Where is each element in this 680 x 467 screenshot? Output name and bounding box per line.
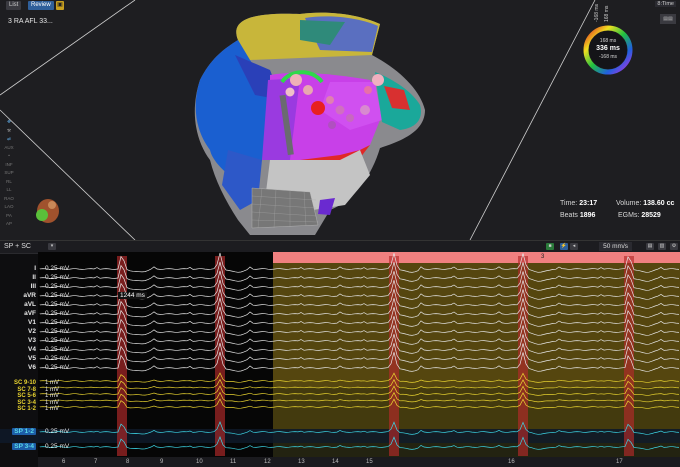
orientation-head-icon[interactable] (30, 195, 66, 227)
tab-review[interactable]: Review (28, 1, 54, 10)
lead-label-i: I (34, 265, 36, 272)
ecg-group-select[interactable]: SP + SC (4, 243, 31, 250)
lead-gain: 0.25 mV (45, 301, 70, 308)
stat-time: Time: 23:17 (560, 200, 598, 207)
ecg-pane[interactable]: SP + SC ▾ ■ ⚡ ◂ 50 mm/s ▤ ▥ ⚙ 1244 ms 3 … (0, 240, 680, 467)
lead-gain: 0.25 mV (45, 265, 70, 272)
lead-label-avl: aVL (24, 301, 36, 308)
scale-lower-value: -168 ms (598, 54, 618, 60)
beat-number: 16 (508, 459, 515, 465)
view-ap[interactable]: AP (2, 220, 16, 229)
scale-min-label: -168 ms (594, 3, 600, 22)
beat-number: 17 (616, 459, 623, 465)
view-pa[interactable]: PA (2, 212, 16, 221)
beat-number: 10 (196, 459, 203, 465)
lead-label-ii: II (32, 274, 36, 281)
beat-number: 11 (230, 459, 237, 465)
lead-gain: 0.25 mV (45, 292, 70, 299)
view-inf[interactable]: INF (2, 161, 16, 170)
lead-gain: 0.25 mV (45, 443, 70, 450)
layout-icon[interactable]: ▥ (658, 243, 666, 250)
map-type-select[interactable]: 8:Time (655, 1, 676, 7)
view-rao[interactable]: RAO (2, 195, 16, 204)
left-tool-strip: ✥ ⚒ ⇌ AUX • INF SUP RL LL RAO LAO PA AP (2, 118, 16, 229)
scale-upper-value: 168 ms (599, 38, 617, 44)
lead-gain: 0.25 mV (45, 319, 70, 326)
view-sup[interactable]: SUP (2, 169, 16, 178)
lead-label-v6: V6 (28, 364, 36, 371)
tools-icon[interactable]: ⚒ (2, 127, 16, 136)
lead-gain: 0.25 mV (45, 346, 70, 353)
lead-label-v1: V1 (28, 319, 36, 326)
rotate-icon[interactable]: ✥ (2, 118, 16, 127)
view-lao[interactable]: LAO (2, 203, 16, 212)
cycle-length-annotation: 1244 ms (118, 292, 147, 299)
lead-gain: 0.25 mV (45, 283, 70, 290)
lead-gain: 1 mV (45, 406, 60, 412)
stat-beats: Beats 1896 (560, 212, 596, 219)
lead-label-avf: aVF (24, 310, 36, 317)
lead-gain: 0.25 mV (45, 337, 70, 344)
speed-icon[interactable]: ⚡ (560, 243, 568, 250)
beat-number: 8 (126, 459, 130, 465)
bipolar-icon[interactable]: ▤▤ (660, 14, 676, 24)
ecg-traces[interactable] (0, 252, 680, 467)
right-toolbar: 8:Time ▤▤ (655, 1, 676, 25)
view-ll[interactable]: LL (2, 186, 16, 195)
view-rl[interactable]: RL (2, 178, 16, 187)
config-icon[interactable]: ▤ (646, 243, 654, 250)
lead-gain: 0.25 mV (45, 274, 70, 281)
lead-label-v2: V2 (28, 328, 36, 335)
sweep-speed-select[interactable]: 50 mm/s (599, 242, 632, 251)
tab-list[interactable]: List (6, 1, 22, 10)
lock-icon[interactable]: ▣ (56, 1, 64, 10)
scale-max-label: 168 ms (604, 5, 610, 22)
freeze-icon[interactable]: ■ (546, 243, 554, 250)
sp-lead-name[interactable]: SP 1-2 (12, 428, 36, 435)
carto-viewer: List Review ▣ 3 RA AFL 33... -168 ms 168… (0, 0, 680, 467)
beat-number: 15 (366, 459, 373, 465)
lead-gain: 0.25 mV (45, 355, 70, 362)
lead-label-v4: V4 (28, 346, 36, 353)
beat-number: 6 (62, 459, 66, 465)
link-icon[interactable]: ⇌ (2, 135, 16, 144)
lead-label-sc: SC 1-2 (17, 406, 36, 412)
beat-number: 9 (160, 459, 164, 465)
lead-label-v5: V5 (28, 355, 36, 362)
lead-gain: 0.25 mV (45, 310, 70, 317)
dropdown-icon[interactable]: ▾ (48, 243, 56, 250)
stat-volume: Volume: 138.60 cc (616, 200, 675, 207)
beat-number: 7 (94, 459, 98, 465)
map-title: 3 RA AFL 33... (8, 18, 53, 25)
lead-label-iii: III (30, 283, 36, 290)
lead-gain: 0.25 mV (45, 328, 70, 335)
scale-center-value: 336 ms (596, 45, 620, 52)
lead-gain: 0.25 mV (45, 428, 70, 435)
map-pane[interactable]: List Review ▣ 3 RA AFL 33... -168 ms 168… (0, 0, 680, 240)
lead-label-avr: aVR (23, 292, 36, 299)
view-aux[interactable]: AUX (2, 144, 16, 153)
lead-label-v3: V3 (28, 337, 36, 344)
beat-number: 14 (332, 459, 339, 465)
segment-marker: 3 (541, 254, 545, 260)
lead-gain: 0.25 mV (45, 364, 70, 371)
sweep-icon[interactable]: ◂ (570, 243, 578, 250)
beat-number: 13 (298, 459, 305, 465)
sp-lead-name[interactable]: SP 3-4 (12, 443, 36, 450)
stat-egms: EGMs: 28529 (618, 212, 661, 219)
lead-label-sp: SP 3-4 (2, 443, 36, 451)
lead-label-sp: SP 1-2 (2, 428, 36, 436)
view-dot[interactable]: • (2, 152, 16, 161)
beat-number: 12 (264, 459, 271, 465)
settings-icon[interactable]: ⚙ (670, 243, 678, 250)
